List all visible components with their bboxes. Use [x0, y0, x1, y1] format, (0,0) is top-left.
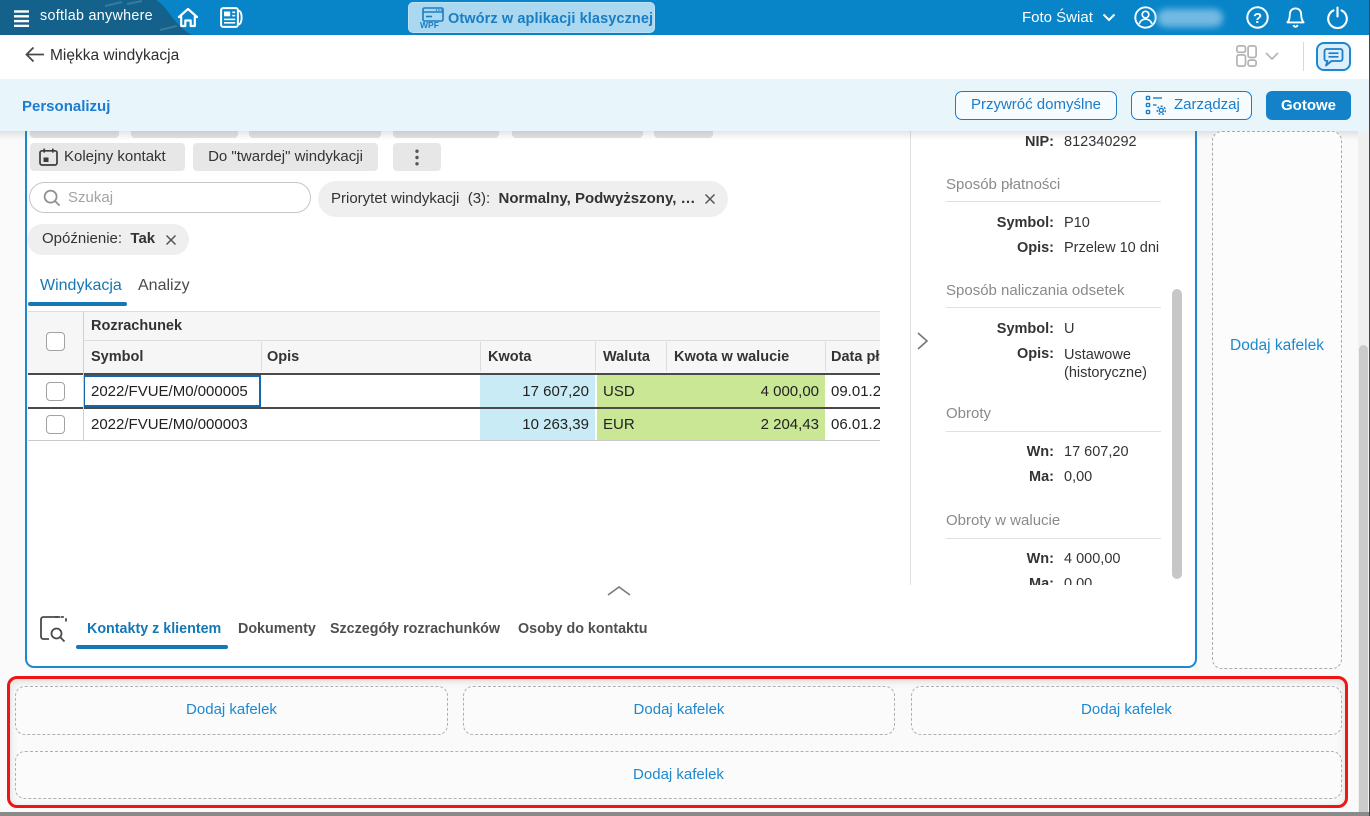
svg-text:WPF: WPF: [420, 20, 439, 30]
svg-text:?: ?: [1253, 10, 1262, 27]
